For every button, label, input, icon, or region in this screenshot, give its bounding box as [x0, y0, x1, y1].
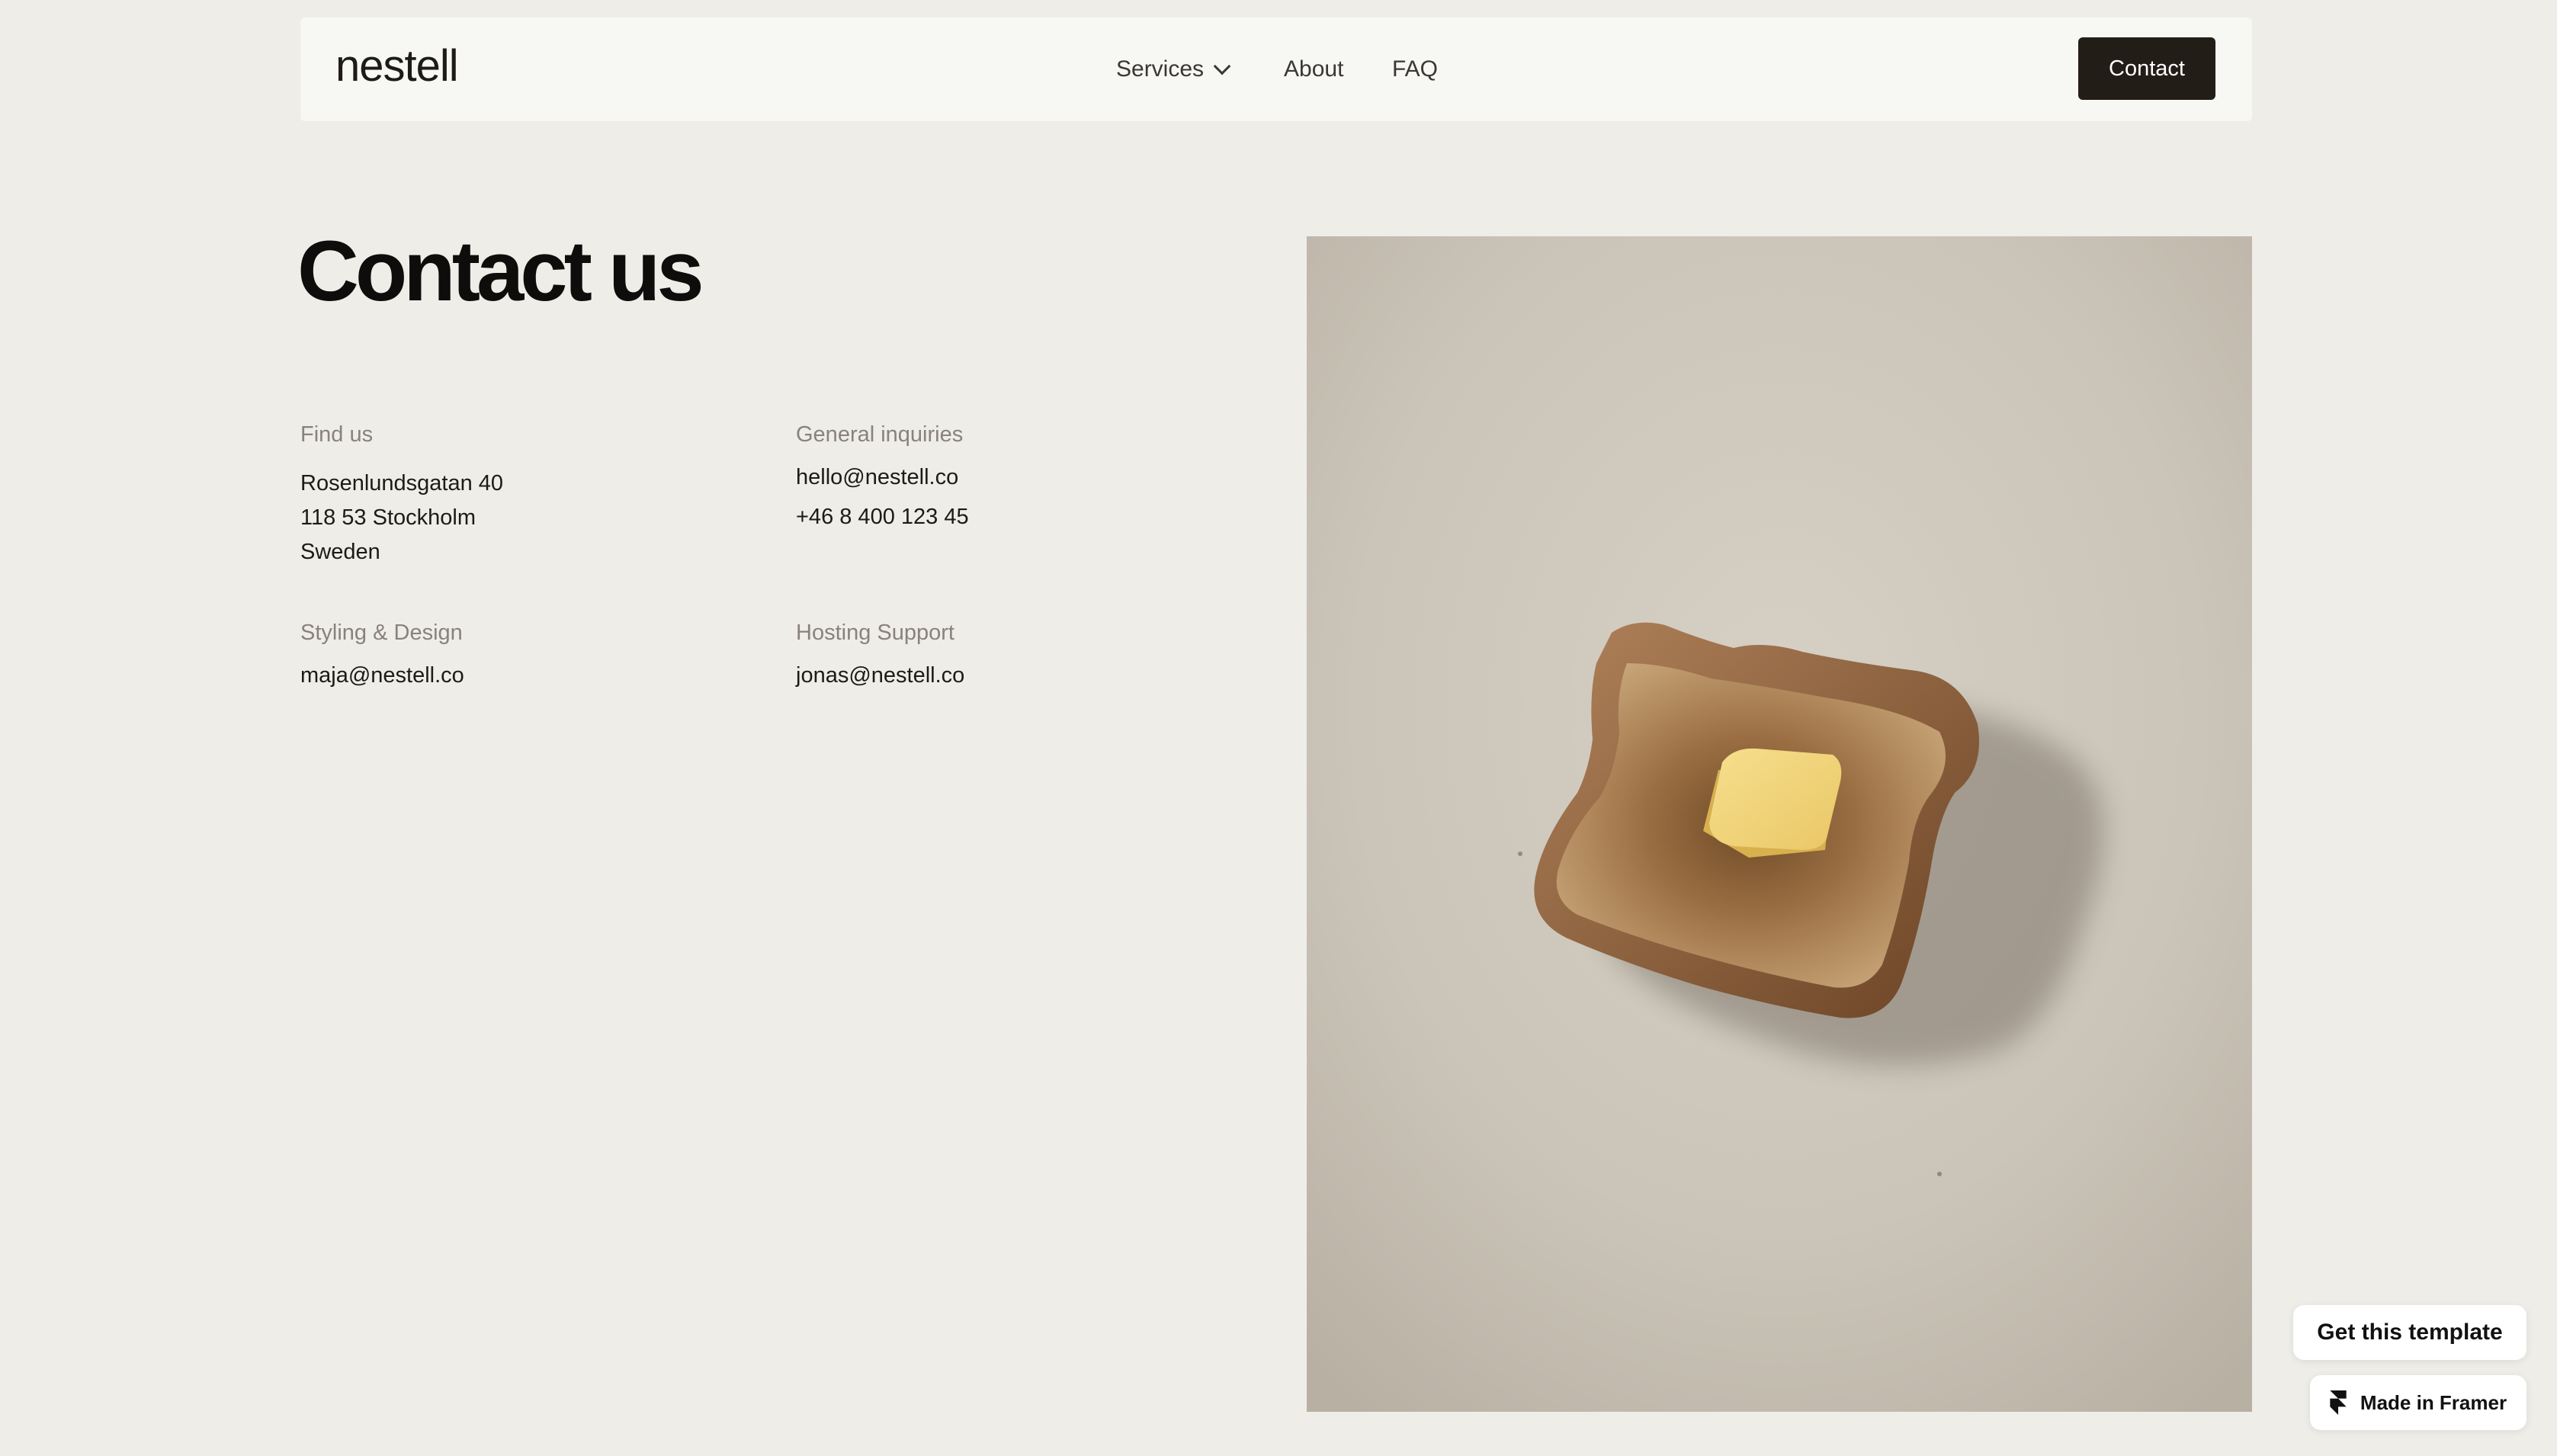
styling-email-link[interactable]: maja@nestell.co — [300, 659, 727, 693]
hosting-email-link[interactable]: jonas@nestell.co — [796, 659, 1223, 693]
site-header: nestell Services About FAQ Contact — [300, 18, 2252, 121]
address-line: Rosenlundsgatan 40 — [300, 470, 504, 495]
butter-top — [1709, 748, 1842, 850]
styling-design-label: Styling & Design — [300, 621, 463, 645]
chevron-down-icon — [1213, 57, 1231, 75]
address-line: Sweden — [300, 539, 380, 564]
page-title: Contact us — [297, 223, 704, 319]
get-template-button[interactable]: Get this template — [2293, 1305, 2527, 1360]
framer-icon — [2330, 1390, 2347, 1415]
address-line: 118 53 Stockholm — [300, 505, 476, 530]
contact-button[interactable]: Contact — [2078, 37, 2215, 100]
nav-faq[interactable]: FAQ — [1392, 56, 1438, 82]
hosting-support-block: Hosting Support jonas@nestell.co — [796, 620, 1223, 693]
general-email-link[interactable]: hello@nestell.co — [796, 457, 1223, 497]
find-us-label: Find us — [300, 422, 374, 447]
made-in-framer-label: Made in Framer — [2360, 1390, 2507, 1414]
nav-about[interactable]: About — [1284, 56, 1343, 82]
hosting-support-label: Hosting Support — [796, 621, 954, 645]
nav-faq-label: FAQ — [1392, 56, 1439, 82]
logo[interactable]: nestell — [335, 40, 459, 91]
nav-about-label: About — [1284, 56, 1344, 82]
styling-design-block: Styling & Design maja@nestell.co — [300, 620, 727, 693]
nav-services-label: Services — [1116, 56, 1205, 82]
nav-services[interactable]: Services — [1116, 56, 1231, 82]
find-us-block: Find us Rosenlundsgatan 40 118 53 Stockh… — [300, 422, 727, 569]
general-phone-link[interactable]: +46 8 400 123 45 — [796, 497, 1223, 537]
general-inquiries-label: General inquiries — [796, 422, 964, 447]
toast-illustration — [1307, 236, 2252, 1412]
made-in-framer-badge[interactable]: Made in Framer — [2310, 1375, 2527, 1430]
toast-photo — [1307, 236, 2252, 1412]
general-inquiries-block: General inquiries hello@nestell.co +46 8… — [796, 422, 1223, 537]
